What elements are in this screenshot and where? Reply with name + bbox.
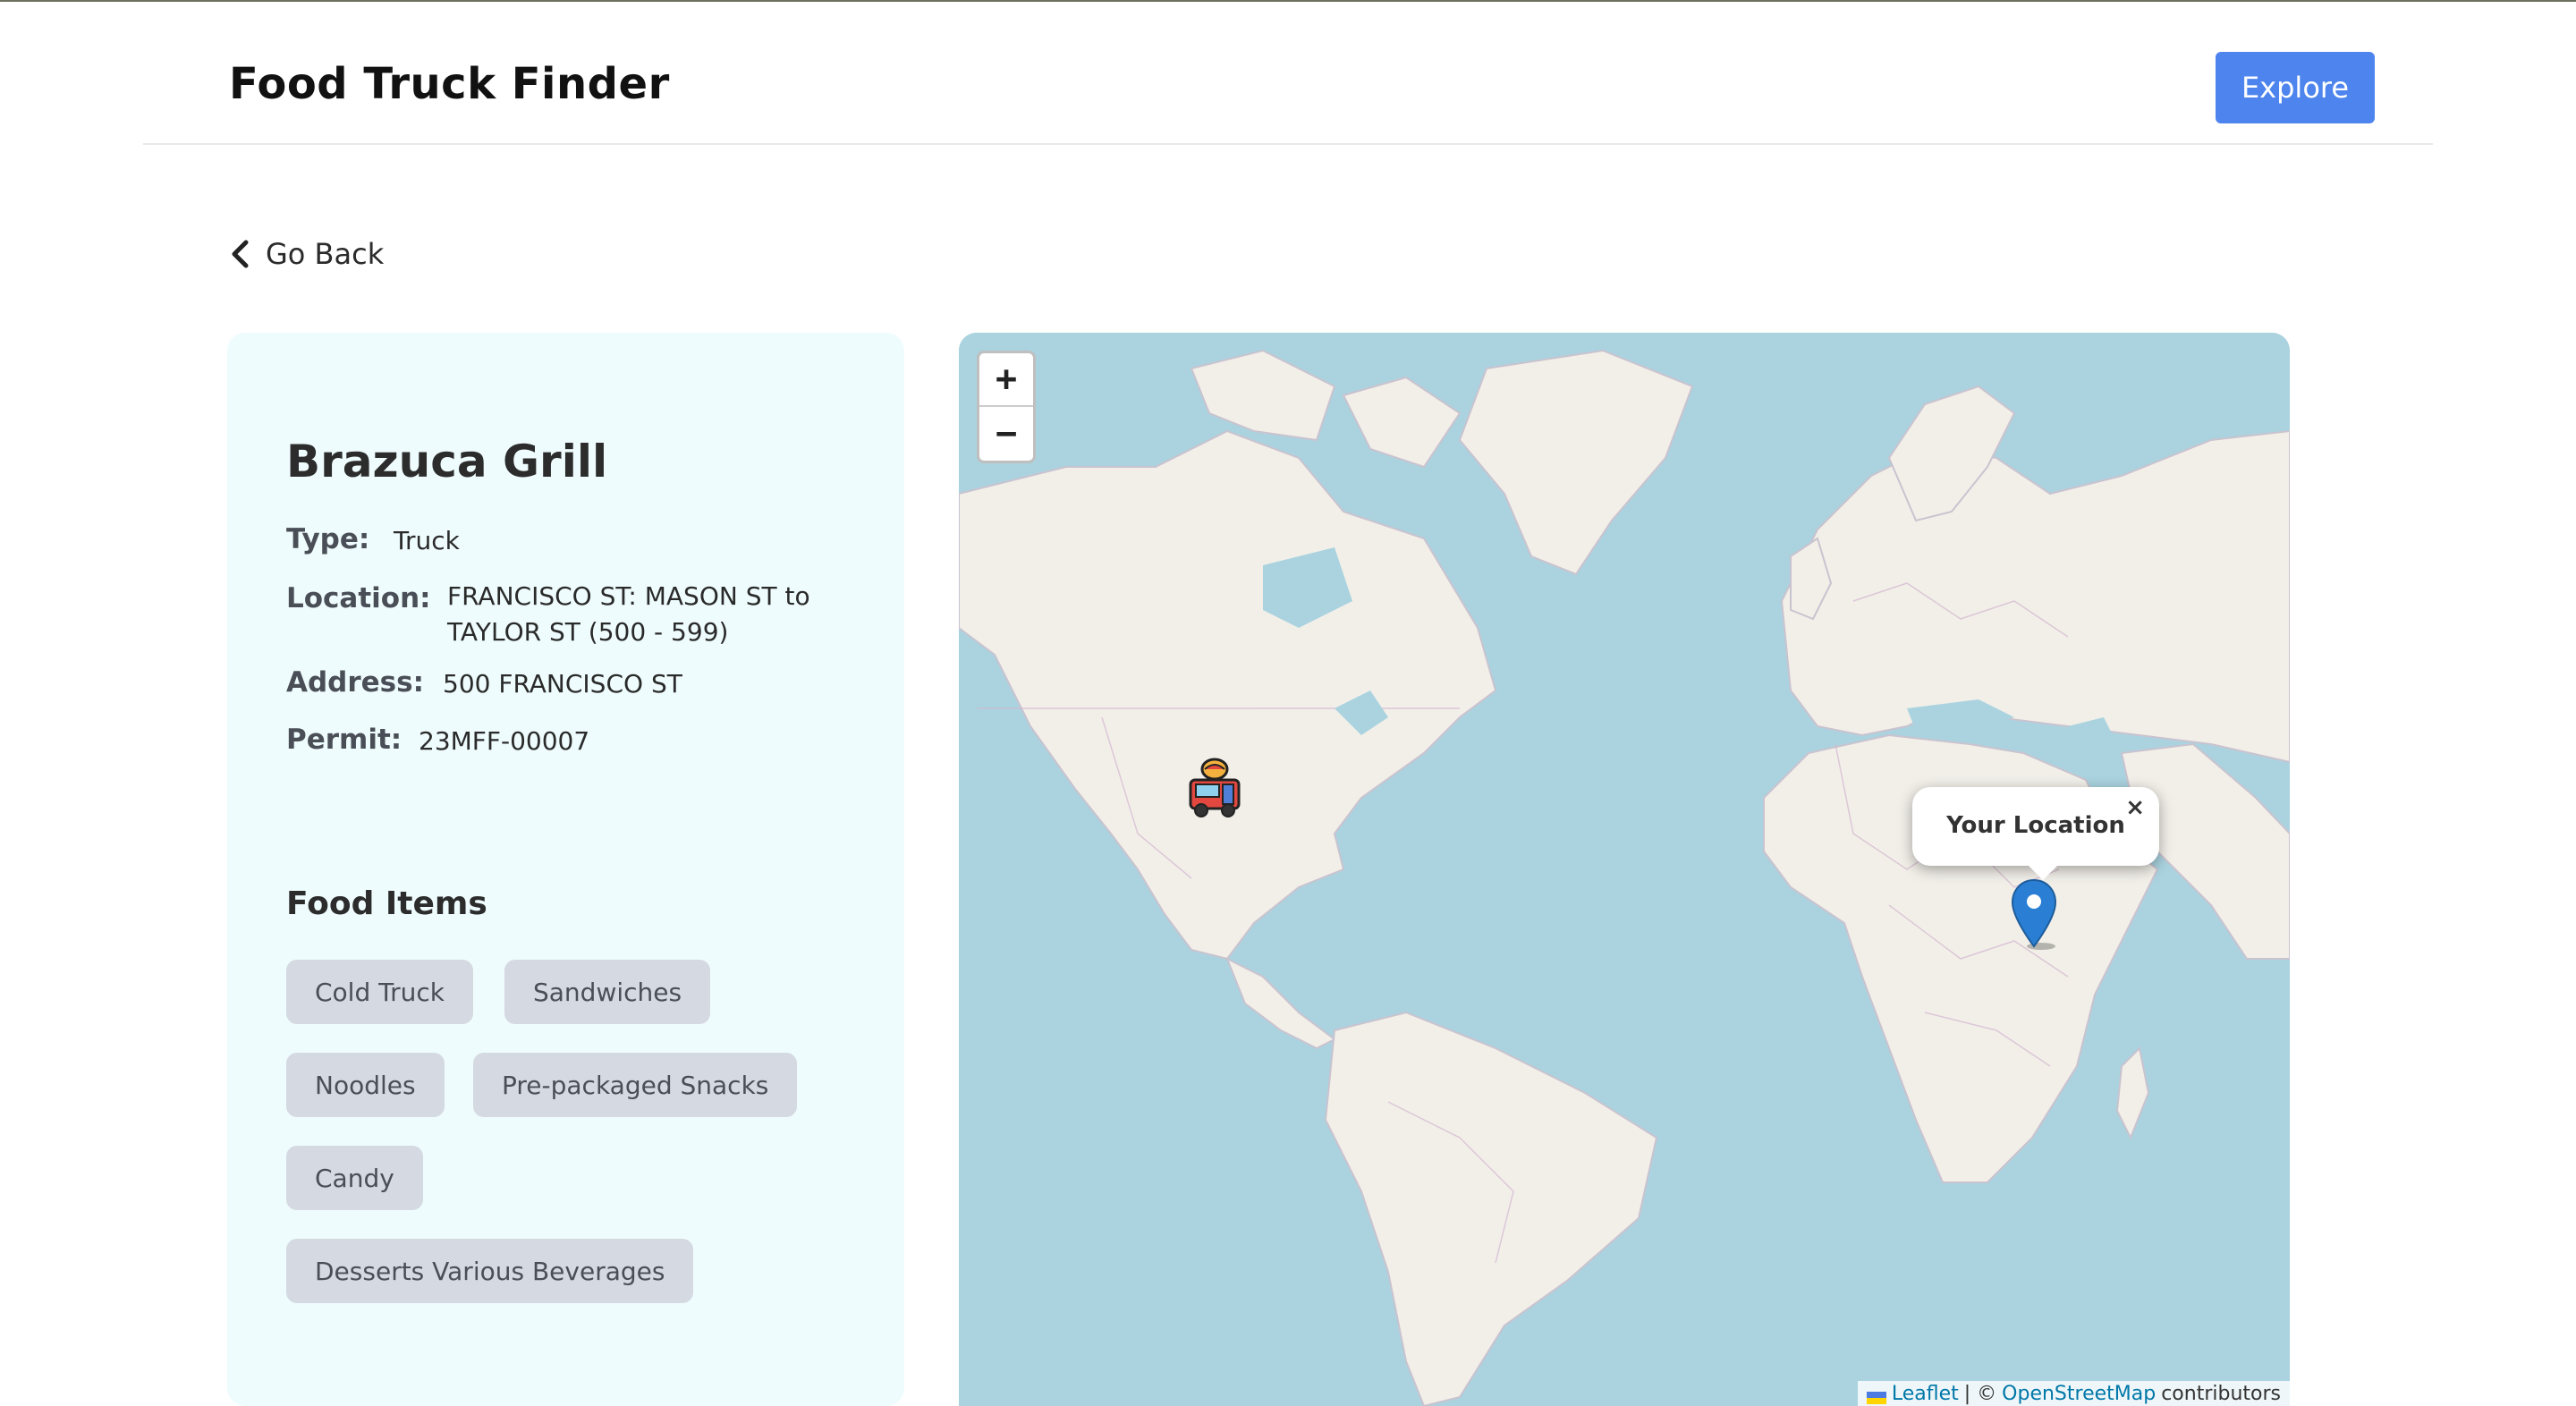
food-item-chip: Cold Truck (286, 960, 473, 1024)
field-label: Permit: (286, 724, 402, 756)
food-item-chip: Pre-packaged Snacks (473, 1053, 798, 1117)
field-label: Type: (286, 523, 370, 555)
truck-name: Brazuca Grill (286, 436, 608, 487)
location-pin-icon[interactable] (2011, 878, 2057, 950)
field-permit: Permit: 23MFF-00007 (286, 724, 589, 759)
field-value: 500 FRANCISCO ST (443, 669, 682, 699)
leaflet-link[interactable]: Leaflet (1892, 1383, 1959, 1405)
field-address: Address: 500 FRANCISCO ST (286, 666, 682, 702)
field-type: Type: Truck (286, 523, 460, 559)
food-item-chip: Desserts Various Beverages (286, 1239, 694, 1303)
food-item-chip: Candy (286, 1146, 423, 1210)
go-back-label: Go Back (266, 237, 385, 271)
field-location: Location: FRANCISCO ST: MASON ST to TAYL… (286, 579, 841, 650)
truck-details-card: Brazuca Grill Type: Truck Location: FRAN… (227, 333, 904, 1406)
food-truck-marker-icon[interactable] (1187, 757, 1242, 821)
openstreetmap-link[interactable]: OpenStreetMap (2002, 1383, 2156, 1405)
zoom-control[interactable]: + − (977, 351, 1036, 463)
explore-button[interactable]: Explore (2216, 52, 2375, 123)
popup-text: Your Location (1946, 812, 2125, 839)
chevron-left-icon (232, 240, 249, 268)
map-view[interactable]: + − Your Location × Leaflet | © OpenStre… (959, 333, 2290, 1406)
attribution-suffix: contributors (2161, 1382, 2281, 1405)
map-attribution: Leaflet | © OpenStreetMap contributors (1857, 1381, 2290, 1406)
ukraine-flag-icon (1866, 1387, 1886, 1404)
world-map-tiles[interactable] (959, 333, 2290, 1406)
field-value: 23MFF-00007 (419, 726, 590, 756)
attribution-separator: | © (1963, 1382, 1997, 1405)
food-item-chip: Noodles (286, 1053, 445, 1117)
zoom-in-button[interactable]: + (979, 353, 1033, 407)
zoom-out-button[interactable]: − (979, 407, 1033, 461)
field-label: Location: (286, 582, 431, 614)
food-items-heading: Food Items (286, 885, 487, 922)
field-value: FRANCISCO ST: MASON ST to TAYLOR ST (500… (447, 581, 810, 647)
food-item-chip: Sandwiches (504, 960, 711, 1024)
app-header: Food Truck Finder Explore (143, 2, 2433, 145)
field-value: Truck (394, 526, 460, 555)
location-popup: Your Location × (1912, 787, 2159, 880)
field-label: Address: (286, 666, 424, 699)
go-back-link[interactable]: Go Back (228, 234, 384, 274)
popup-close-button[interactable]: × (2125, 794, 2145, 821)
app-title: Food Truck Finder (229, 59, 670, 109)
